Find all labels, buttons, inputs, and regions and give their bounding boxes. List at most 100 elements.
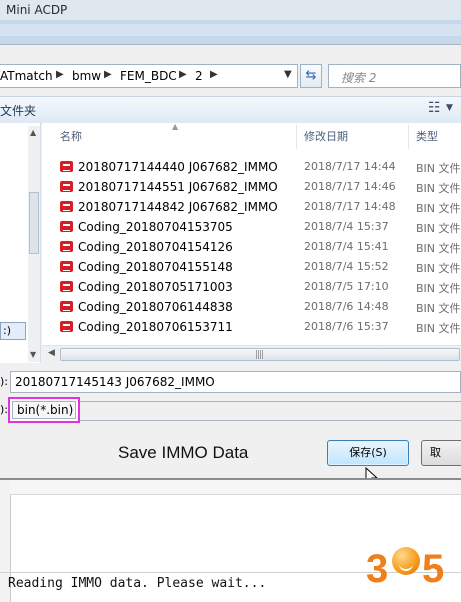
app-title: Mini ACDP: [6, 3, 68, 17]
breadcrumb-separator-icon[interactable]: ▶: [210, 69, 218, 80]
file-name: Coding_20180706144838: [78, 300, 233, 314]
filename-input[interactable]: 20180717145143 J067682_IMMO: [10, 371, 461, 393]
log-panel-header: [10, 480, 461, 495]
scrollbar-thumb[interactable]: [29, 192, 39, 254]
filetype-label: ):: [0, 403, 8, 416]
bin-file-icon: [60, 301, 73, 312]
breadcrumb-separator-icon[interactable]: ▶: [179, 69, 187, 80]
file-row[interactable]: 20180717144440 J067682_IMMO 2018/7/17 14…: [42, 157, 461, 177]
file-row[interactable]: Coding_20180706153711 2018/7/6 15:37 BIN…: [42, 317, 461, 337]
file-type: BIN 文件: [416, 202, 461, 215]
file-name: Coding_20180706153711: [78, 320, 233, 334]
breadcrumb-separator-icon[interactable]: ▶: [56, 69, 64, 80]
horizontal-scrollbar[interactable]: ◀ ||||: [42, 345, 461, 363]
column-header-modified[interactable]: 修改日期: [304, 123, 348, 151]
file-type: BIN 文件: [416, 182, 461, 195]
bin-file-icon: [60, 281, 73, 292]
breadcrumb-item-bmw[interactable]: bmw: [72, 69, 101, 83]
file-date: 2018/7/6 15:37: [304, 320, 389, 333]
smiley-ball-icon: [392, 547, 420, 575]
bin-file-icon: [60, 161, 73, 172]
bin-file-icon: [60, 201, 73, 212]
view-options-icon[interactable]: ☷: [428, 100, 441, 116]
file-list: ▲ 名称 修改日期 类型 20180717144440 J067682_IMMO…: [42, 122, 461, 363]
overlay-caption: Save IMMO Data: [118, 443, 249, 462]
file-type: BIN 文件: [416, 302, 461, 315]
file-row[interactable]: Coding_20180705171003 2018/7/5 17:10 BIN…: [42, 277, 461, 297]
watermark-logo: 3 5: [356, 547, 461, 597]
file-date: 2018/7/4 15:52: [304, 260, 389, 273]
save-button[interactable]: 保存(S): [327, 440, 409, 466]
file-row[interactable]: Coding_20180704154126 2018/7/4 15:41 BIN…: [42, 237, 461, 257]
file-type: BIN 文件: [416, 162, 461, 175]
file-row[interactable]: Coding_20180704155148 2018/7/4 15:52 BIN…: [42, 257, 461, 277]
bin-file-icon: [60, 261, 73, 272]
filename-label: ):: [0, 375, 8, 388]
grip-icon: ||||: [255, 350, 264, 360]
search-input[interactable]: 搜索 2: [328, 64, 461, 88]
file-row[interactable]: 20180717144551 J067682_IMMO 2018/7/17 14…: [42, 177, 461, 197]
file-name: Coding_20180704154126: [78, 240, 233, 254]
scrollbar-thumb[interactable]: ||||: [60, 348, 460, 361]
file-row[interactable]: 20180717144842 J067682_IMMO 2018/7/17 14…: [42, 197, 461, 217]
file-name: Coding_20180705171003: [78, 280, 233, 294]
file-name: 20180717144440 J067682_IMMO: [78, 160, 278, 174]
file-name: Coding_20180704153705: [78, 220, 233, 234]
column-header-type[interactable]: 类型: [416, 123, 438, 151]
scroll-down-icon[interactable]: ▼: [30, 350, 36, 359]
file-row[interactable]: Coding_20180704153705 2018/7/4 15:37 BIN…: [42, 217, 461, 237]
bin-file-icon: [60, 221, 73, 232]
bin-file-icon: [60, 321, 73, 332]
file-type: BIN 文件: [416, 282, 461, 295]
file-name: 20180717144842 J067682_IMMO: [78, 200, 278, 214]
bin-file-icon: [60, 241, 73, 252]
navigation-bar: ATmatch ▶ bmw ▶ FEM_BDC ▶ 2 ▶ ▼ ⇆ 搜索 2: [0, 62, 461, 92]
filetype-value: bin(*.bin): [17, 403, 74, 417]
filename-value: 20180717145143 J067682_IMMO: [15, 375, 215, 389]
file-type: BIN 文件: [416, 222, 461, 235]
refresh-button[interactable]: ⇆: [300, 64, 322, 88]
status-text: Reading IMMO data. Please wait...: [8, 576, 267, 591]
address-dropdown-icon[interactable]: ▼: [284, 69, 292, 80]
file-date: 2018/7/5 17:10: [304, 280, 389, 293]
new-folder-button[interactable]: 文件夹: [0, 102, 36, 119]
breadcrumb-item-fem-bdc[interactable]: FEM_BDC: [120, 69, 177, 83]
column-header-name[interactable]: 名称: [60, 123, 82, 151]
address-bar[interactable]: ATmatch ▶ bmw ▶ FEM_BDC ▶ 2 ▶ ▼: [0, 64, 298, 88]
file-type: BIN 文件: [416, 242, 461, 255]
save-form: ): 20180717145143 J067682_IMMO ): bin(*.…: [0, 363, 461, 487]
navigation-item-selected[interactable]: :): [0, 322, 26, 340]
file-date: 2018/7/4 15:37: [304, 220, 389, 233]
app-title-bar: Mini ACDP: [0, 0, 461, 21]
refresh-icon: ⇆: [305, 68, 317, 83]
file-row[interactable]: Coding_20180706144838 2018/7/6 14:48 BIN…: [42, 297, 461, 317]
file-date: 2018/7/17 14:44: [304, 160, 396, 173]
logo-digit: 3: [366, 547, 389, 591]
navigation-pane-scrollbar[interactable]: ▲ ▼: [28, 126, 40, 362]
logo-digit: 5: [422, 547, 445, 591]
search-placeholder: 搜索 2: [341, 71, 377, 85]
breadcrumb-item-atmatch[interactable]: ATmatch: [0, 69, 53, 83]
breadcrumb-item-2[interactable]: 2: [195, 69, 203, 83]
breadcrumb-separator-icon[interactable]: ▶: [104, 69, 112, 80]
column-divider[interactable]: [296, 125, 297, 149]
scroll-left-icon[interactable]: ◀: [48, 348, 55, 358]
column-divider[interactable]: [408, 125, 409, 149]
file-date: 2018/7/6 14:48: [304, 300, 389, 313]
file-type: BIN 文件: [416, 262, 461, 275]
cancel-button[interactable]: 取: [421, 440, 461, 466]
scroll-up-icon[interactable]: ▲: [30, 128, 36, 137]
bin-file-icon: [60, 181, 73, 192]
command-toolbar: 文件夹 ☷ ▼: [0, 96, 461, 124]
file-type: BIN 文件: [416, 322, 461, 335]
filetype-highlight: bin(*.bin): [8, 397, 80, 423]
filetype-select[interactable]: bin(*.bin): [12, 401, 76, 419]
file-date: 2018/7/17 14:48: [304, 200, 396, 213]
sort-ascending-icon: ▲: [172, 122, 179, 131]
chevron-down-icon[interactable]: ▼: [446, 103, 453, 113]
file-date: 2018/7/17 14:46: [304, 180, 396, 193]
file-name: 20180717144551 J067682_IMMO: [78, 180, 278, 194]
filetype-select-body[interactable]: [80, 401, 461, 421]
file-name: Coding_20180704155148: [78, 260, 233, 274]
file-date: 2018/7/4 15:41: [304, 240, 389, 253]
